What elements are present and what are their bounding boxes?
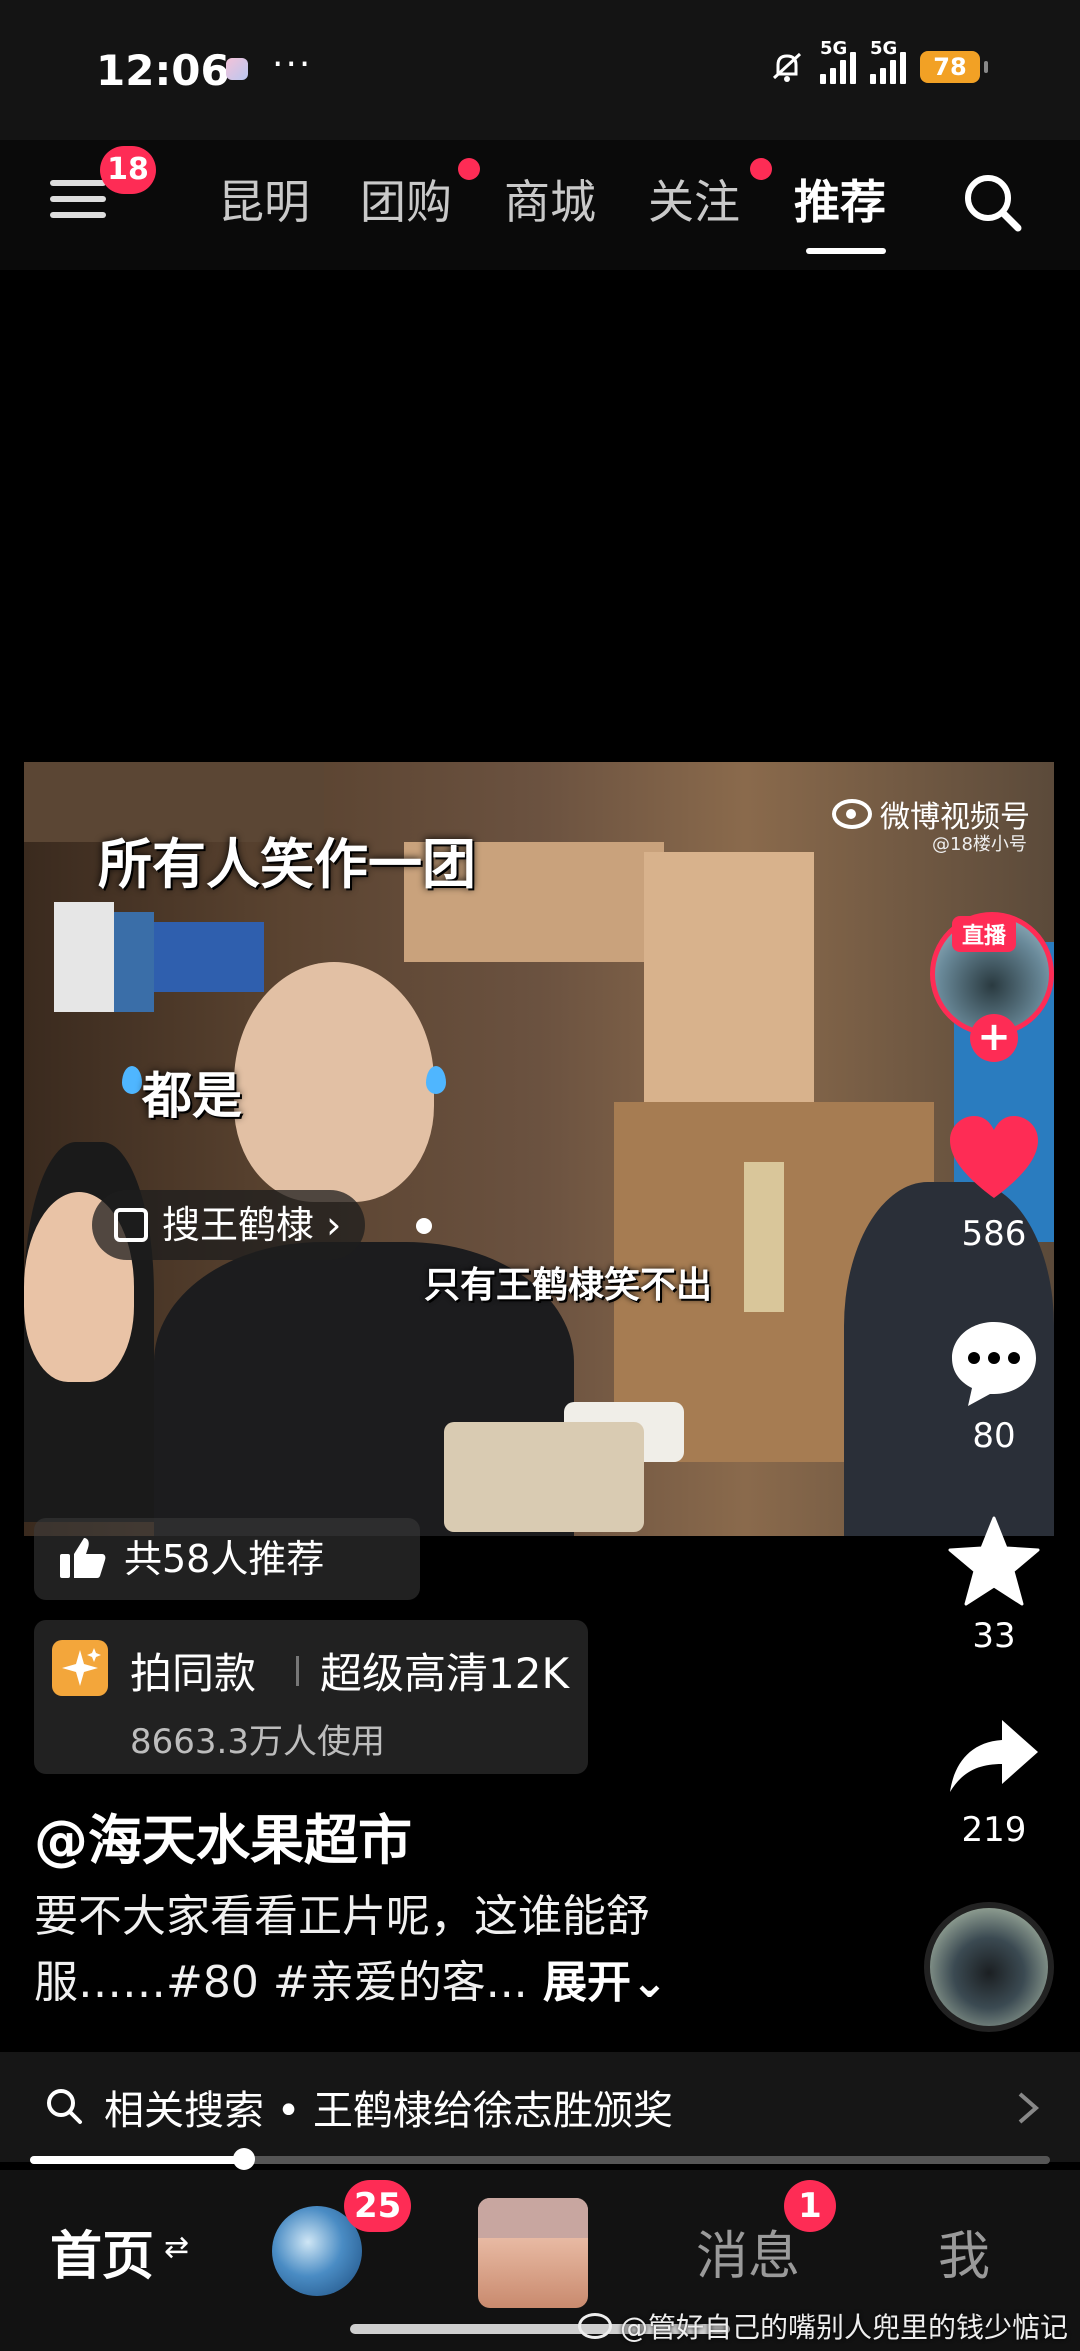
search-icon-small <box>47 2089 82 2124</box>
watermark: @管好自己的嘴别人兜里的钱少惦记 <box>577 2306 1068 2346</box>
nav-me[interactable]: 我 <box>938 2214 990 2289</box>
effect-template-card[interactable]: 拍同款 超级高清12K 8663.3万人使用 <box>34 1620 588 1774</box>
notification-app-icon <box>226 58 248 80</box>
video-progress-bar[interactable] <box>30 2148 1050 2170</box>
weibo-eye-icon-watermark <box>577 2313 612 2339</box>
favorite-star-icon[interactable] <box>946 1514 1042 1610</box>
like-count: 586 <box>961 1214 1027 1254</box>
favorite-count: 33 <box>972 1616 1016 1656</box>
recommend-pill[interactable]: 共58人推荐 <box>34 1518 420 1600</box>
effect-name: 超级高清12K <box>320 1649 569 1698</box>
pill-dot <box>416 1218 432 1234</box>
progress-fill <box>30 2156 245 2164</box>
tab-group-buy[interactable]: 团购 <box>360 166 452 232</box>
tear-drop-icon-2 <box>426 1066 446 1094</box>
nav-create-avatar[interactable] <box>478 2198 588 2308</box>
status-bar: 12:06 ··· 5G 5G 78 <box>0 0 1080 140</box>
scan-search-icon <box>114 1208 148 1242</box>
effect-action-label: 拍同款 <box>130 1649 257 1698</box>
search-icon[interactable] <box>960 170 1024 234</box>
nav-messages[interactable]: 消息 <box>696 2214 800 2289</box>
comment-count: 80 <box>972 1416 1016 1456</box>
tab-kunming[interactable]: 昆明 <box>218 166 310 232</box>
related-search-text: 相关搜索 • 王鹤棣给徐志胜颁奖 <box>104 2088 674 2134</box>
signal-strength-icon-2: 5G <box>870 38 906 84</box>
nav-home[interactable]: 首页 <box>50 2214 154 2289</box>
video-player[interactable]: 所有人笑作一团 都是 只有王鹤棣笑不出 微博视频号 @18楼小号 搜王鹤棣 › <box>24 762 1054 1536</box>
status-icons: 5G 5G 78 <box>768 38 988 86</box>
effect-divider <box>296 1656 299 1686</box>
mute-bell-icon <box>772 52 802 82</box>
top-nav: 18 昆明 团购 商城 关注 推荐 <box>0 140 1080 270</box>
swap-icon: ⇄ <box>164 2230 190 2265</box>
active-tab-indicator <box>806 248 886 254</box>
related-search-bar[interactable]: 相关搜索 • 王鹤棣给徐志胜颁奖 <box>0 2052 1080 2162</box>
weibo-eye-icon <box>832 799 872 829</box>
friends-badge: 25 <box>344 2180 412 2232</box>
share-count: 219 <box>961 1810 1027 1850</box>
video-description: 要不大家看看正片呢，这谁能舒服……#80 #亲爱的客... 展开⌄ <box>34 1891 668 2008</box>
chevron-right-icon <box>1018 2092 1040 2124</box>
clock: 12:06 <box>96 46 230 95</box>
video-caption-top: 所有人笑作一团 <box>98 833 476 896</box>
messages-badge: 1 <box>784 2180 836 2232</box>
video-caption-mid: 都是 <box>142 1067 242 1125</box>
tab-recommend[interactable]: 推荐 <box>794 166 886 232</box>
music-disc[interactable] <box>924 1902 1054 2032</box>
thumbs-up-icon <box>60 1538 106 1578</box>
tear-drop-icon <box>122 1066 142 1094</box>
author-name[interactable]: @海天水果超市 <box>34 1796 412 1875</box>
tab-mall[interactable]: 商城 <box>504 166 596 232</box>
sparkle-effect-icon <box>52 1640 108 1696</box>
comment-icon[interactable] <box>946 1316 1042 1412</box>
follow-button[interactable]: + <box>970 1014 1018 1062</box>
effect-users: 8663.3万人使用 <box>130 1722 385 1762</box>
expand-button[interactable]: 展开⌄ <box>528 1957 668 2008</box>
menu-icon[interactable] <box>50 180 106 228</box>
tab-group-buy-dot <box>458 158 480 180</box>
share-arrow-icon[interactable] <box>946 1710 1042 1806</box>
search-suggestion-pill[interactable]: 搜王鹤棣 › <box>92 1190 366 1260</box>
video-caption-bottom: 只有王鹤棣笑不出 <box>424 1265 713 1306</box>
source-account: @18楼小号 <box>932 834 1027 855</box>
signal-strength-icon: 5G <box>820 38 856 84</box>
tab-following-dot <box>750 158 772 180</box>
battery-icon: 78 <box>920 51 988 83</box>
tab-following[interactable]: 关注 <box>648 166 740 232</box>
more-notifications-icon: ··· <box>272 44 313 85</box>
progress-handle[interactable] <box>233 2148 256 2170</box>
like-heart-icon[interactable] <box>946 1112 1042 1208</box>
menu-badge: 18 <box>100 146 156 194</box>
live-badge: 直播 <box>952 916 1017 952</box>
person-face <box>234 962 434 1202</box>
